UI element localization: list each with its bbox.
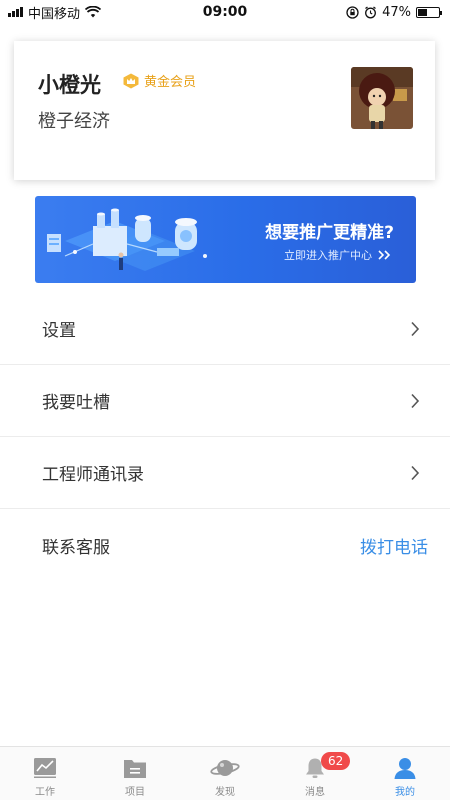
profile-card[interactable]: 小橙光 黄金会员 橙子经济 bbox=[14, 41, 435, 180]
double-chevron-right-icon bbox=[378, 250, 391, 260]
promo-banner[interactable]: 想要推广更精准? 立即进入推广中心 bbox=[35, 196, 416, 283]
menu-item-contact-support: 联系客服 拨打电话 bbox=[0, 509, 450, 581]
carrier-label: 中国移动 bbox=[28, 6, 81, 22]
settings-menu: 设置 我要吐槽 工程师通讯录 联系客服 拨打电话 bbox=[0, 293, 450, 581]
person-icon bbox=[394, 758, 416, 779]
menu-item-label: 设置 bbox=[42, 321, 76, 341]
promo-subtitle: 立即进入推广中心 bbox=[284, 247, 392, 263]
tab-label: 项目 bbox=[125, 787, 145, 798]
chevron-right-icon bbox=[411, 465, 420, 480]
menu-item-settings[interactable]: 设置 bbox=[0, 293, 450, 365]
wifi-icon bbox=[85, 6, 102, 18]
promo-title: 想要推广更精准? bbox=[265, 223, 394, 243]
chevron-right-icon bbox=[411, 393, 420, 408]
tab-bar: 工作 项目 发现 62 消息 我的 bbox=[0, 746, 450, 800]
member-label: 黄金会员 bbox=[144, 75, 197, 90]
status-bar: 中国移动 09:00 47% bbox=[0, 0, 450, 24]
chevron-right-icon bbox=[411, 321, 420, 336]
alarm-icon bbox=[365, 5, 377, 18]
factory-illustration bbox=[47, 208, 207, 271]
tab-mine[interactable]: 我的 bbox=[360, 747, 450, 800]
avatar[interactable] bbox=[351, 67, 413, 129]
tab-work[interactable]: 工作 bbox=[0, 747, 90, 800]
message-count-badge: 62 bbox=[321, 752, 351, 770]
battery-icon bbox=[416, 6, 442, 18]
tab-label: 我的 bbox=[395, 787, 415, 798]
menu-item-label: 我要吐槽 bbox=[42, 393, 110, 413]
call-phone-link[interactable]: 拨打电话 bbox=[360, 533, 428, 558]
member-badge: 黄金会员 bbox=[122, 71, 196, 90]
tab-messages[interactable]: 62 消息 bbox=[270, 747, 360, 800]
status-right: 47% bbox=[346, 4, 442, 20]
menu-item-engineer-directory[interactable]: 工程师通讯录 bbox=[0, 437, 450, 509]
menu-item-label: 工程师通讯录 bbox=[42, 465, 144, 485]
battery-level bbox=[418, 8, 428, 16]
promo-subtitle-text: 立即进入推广中心 bbox=[284, 249, 372, 262]
profile-name: 小橙光 bbox=[38, 73, 101, 97]
crown-icon bbox=[123, 73, 139, 88]
tab-label: 工作 bbox=[35, 787, 55, 798]
menu-item-label: 联系客服 bbox=[42, 537, 110, 558]
battery-percent: 47% bbox=[382, 4, 411, 20]
lock-rotation-icon bbox=[346, 5, 359, 19]
planet-icon bbox=[210, 760, 240, 776]
chart-icon bbox=[34, 758, 56, 778]
tab-label: 消息 bbox=[305, 787, 325, 798]
status-left: 中国移动 bbox=[8, 3, 102, 22]
tab-projects[interactable]: 项目 bbox=[90, 747, 180, 800]
status-time: 09:00 bbox=[202, 4, 248, 20]
signal-icon bbox=[8, 7, 23, 17]
profile-company: 橙子经济 bbox=[38, 111, 110, 132]
menu-item-feedback[interactable]: 我要吐槽 bbox=[0, 365, 450, 437]
folder-icon bbox=[124, 760, 146, 778]
tab-label: 发现 bbox=[215, 787, 235, 798]
tab-discover[interactable]: 发现 bbox=[180, 747, 270, 800]
